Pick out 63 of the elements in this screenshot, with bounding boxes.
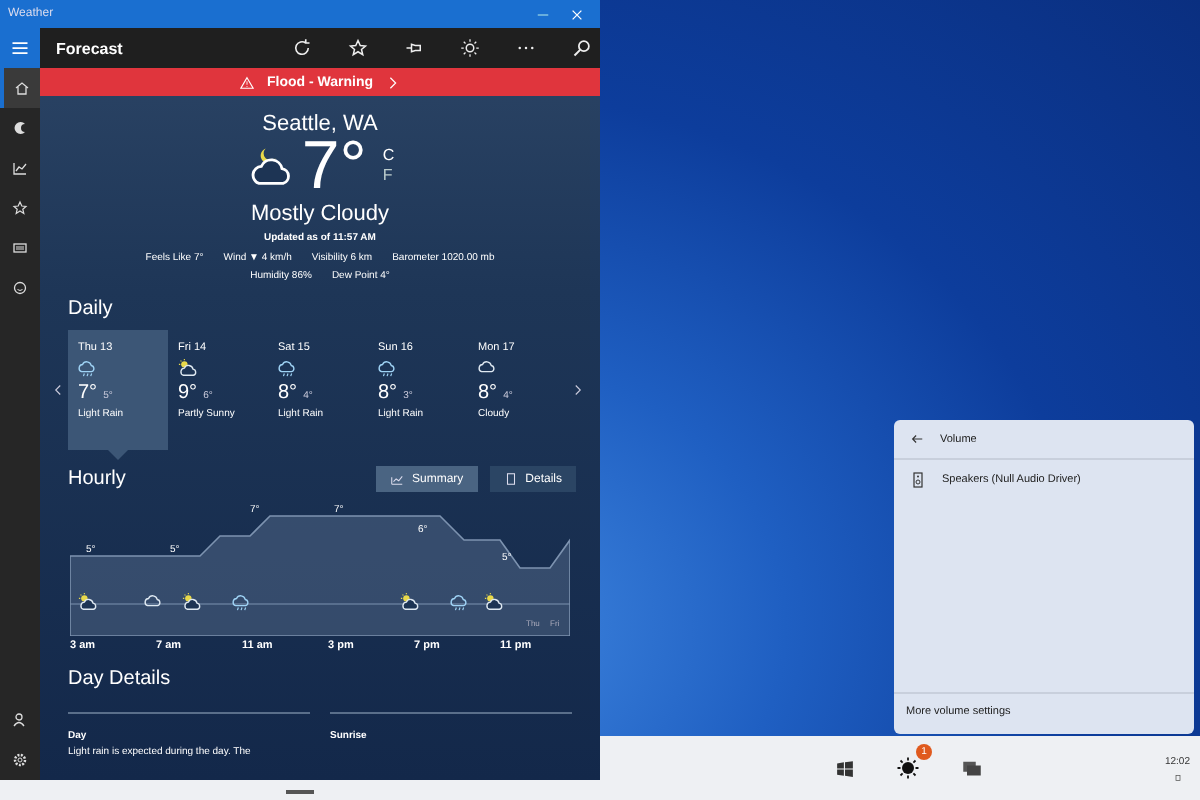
section-heading: Day Details (68, 668, 173, 692)
star-icon (12, 200, 28, 216)
high-temperature: 9° (178, 382, 198, 404)
settings-icon (12, 752, 28, 768)
sun-cloud-icon (78, 592, 98, 612)
drag-handle[interactable] (286, 790, 314, 793)
star-icon (348, 38, 368, 58)
windows-logo-icon (835, 759, 853, 777)
sun-cloud-icon (178, 358, 198, 378)
fahrenheit-toggle[interactable]: F (382, 166, 395, 186)
celsius-toggle[interactable]: C (382, 146, 395, 166)
rain-cloud-icon (450, 592, 470, 612)
sun-icon (896, 756, 920, 780)
smiley-icon (12, 280, 28, 296)
page-title: Forecast (56, 39, 123, 57)
document-icon (503, 472, 518, 486)
high-temperature: 8° (378, 382, 398, 404)
moon-icon (12, 120, 28, 136)
search-icon (572, 38, 592, 58)
sun-cloud-icon (484, 592, 504, 612)
refresh-icon (292, 38, 312, 58)
current-temperature: 7° (301, 136, 367, 196)
sun-cloud-icon (400, 592, 420, 612)
notification-icon (1173, 773, 1182, 781)
sun-button[interactable] (460, 38, 480, 58)
high-temperature: 8° (278, 382, 298, 404)
section-heading: Daily (68, 298, 115, 322)
home-icon (14, 80, 30, 96)
chevron-right-icon (385, 75, 399, 89)
menu-icon (10, 38, 30, 58)
pin-button[interactable] (404, 38, 424, 58)
back-button[interactable] (910, 432, 924, 446)
star-button[interactable] (348, 38, 368, 58)
location-name: Seattle, WA (262, 112, 378, 136)
rain-cloud-icon (232, 592, 252, 612)
cloud-icon (144, 592, 164, 612)
section-heading: Hourly (68, 467, 126, 491)
chevron-left-icon (52, 384, 64, 396)
menu-button[interactable] (0, 28, 40, 68)
speaker-icon (910, 472, 926, 488)
cloud-icon (478, 358, 498, 378)
weather-taskbar-button[interactable] (894, 754, 922, 782)
rain-cloud-icon (278, 358, 298, 378)
stacked-windows-icon (962, 758, 982, 778)
sun-icon (460, 38, 480, 58)
rain-cloud-icon (378, 358, 398, 378)
sun-cloud-icon (182, 592, 202, 612)
chevron-right-icon (572, 384, 584, 396)
refresh-button[interactable] (292, 38, 312, 58)
rain-cloud-icon (78, 358, 98, 378)
high-temperature: 7° (78, 382, 98, 404)
chart-icon (389, 472, 404, 486)
warning-icon (240, 75, 255, 89)
close-icon (570, 7, 584, 21)
back-arrow-icon (910, 432, 924, 446)
condition-text: Mostly Cloudy (250, 202, 390, 226)
pin-icon (404, 38, 424, 58)
high-temperature: 8° (478, 382, 498, 404)
news-icon (12, 240, 28, 256)
search-button[interactable] (572, 38, 592, 58)
person-icon (12, 712, 28, 728)
chart-icon (12, 160, 28, 176)
nav-item[interactable] (0, 68, 40, 108)
